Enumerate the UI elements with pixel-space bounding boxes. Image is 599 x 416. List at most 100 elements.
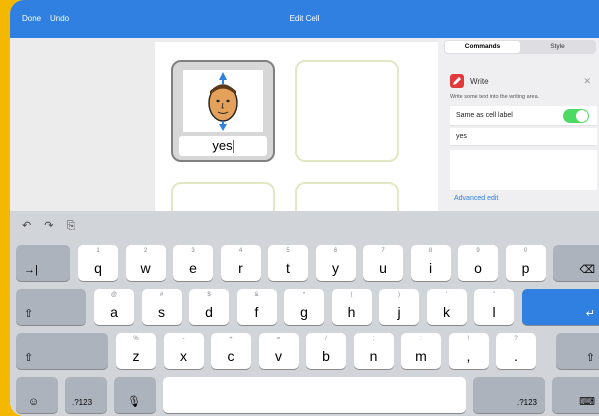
emoji-key[interactable]: ☺ <box>16 377 58 413</box>
key-alt-char: + <box>229 336 233 342</box>
key-a[interactable]: @ a <box>94 289 134 325</box>
key-alt-char: 9 <box>476 248 480 254</box>
tab-key[interactable]: →| <box>16 245 70 281</box>
key-char: u <box>379 260 387 276</box>
key-c[interactable]: + c <box>211 333 251 369</box>
key-char: g <box>300 304 308 320</box>
key-.[interactable]: ?. <box>496 333 536 369</box>
key-b[interactable]: / b <box>306 333 346 369</box>
caps-key[interactable]: ⇧ <box>16 289 86 325</box>
key-s[interactable]: # s <box>141 289 182 325</box>
delete-key[interactable]: ⌫ <box>553 245 599 281</box>
key-alt-char: ) <box>398 292 400 298</box>
panel-blank-area <box>450 150 597 190</box>
key-h[interactable]: (h <box>331 289 372 325</box>
key-alt-char: 1 <box>96 248 100 254</box>
key-alt-char: - <box>182 336 185 342</box>
key-alt-char: 8 <box>428 248 433 254</box>
key-o[interactable]: 9o <box>458 245 498 281</box>
key-alt-char: 4 <box>238 248 243 254</box>
return-key[interactable]: ↵ <box>522 289 599 325</box>
key-alt-char: # <box>159 292 164 298</box>
key-n[interactable]: ; n <box>353 333 394 369</box>
key-alt-char: ( <box>350 292 353 298</box>
tab-commands[interactable]: Commands <box>445 41 520 53</box>
key-p[interactable]: 0p <box>505 245 546 281</box>
key-l[interactable]: " l <box>474 289 514 325</box>
redo-icon[interactable]: ↷ <box>44 220 53 232</box>
nav-bar: Done Undo Edit Cell <box>10 0 599 38</box>
key-m[interactable]: :m <box>401 333 441 369</box>
key-k[interactable]: ' k <box>426 289 467 325</box>
shortcut-bar: ↶ ↷ ⎘ <box>22 219 85 233</box>
key-w[interactable]: 2w <box>125 245 166 281</box>
return-icon: ↵ <box>585 308 595 320</box>
hide-keyboard-key[interactable]: ⌨ <box>552 377 599 413</box>
key-v[interactable]: = v <box>258 333 299 369</box>
close-icon[interactable]: ✕ <box>583 76 591 87</box>
key-alt-char: @ <box>110 292 118 298</box>
key-y[interactable]: 6y <box>315 245 356 281</box>
key-char: n <box>369 348 378 364</box>
key-e[interactable]: 3e <box>173 245 213 281</box>
space-bar[interactable] <box>163 377 466 413</box>
on-screen-keyboard: ↶ ↷ ⎘ →| ⌫ ⇧ ↵ ⇧ ⇧ ☺ .?123 🎙 .?123 ⌨ 1q2… <box>10 211 599 416</box>
key-x[interactable]: -x <box>163 333 204 369</box>
write-text-field[interactable]: yes <box>450 128 597 146</box>
paste-icon[interactable]: ⎘ <box>67 220 76 232</box>
grid-area: yes Commands Style Write ✕ Write some te… <box>10 38 599 284</box>
segmented-control: Commands Style <box>444 40 596 54</box>
text-caret <box>232 140 234 154</box>
key-j[interactable]: ) j <box>379 289 419 325</box>
same-as-label-toggle[interactable] <box>563 109 589 123</box>
key-d[interactable]: $ d <box>189 289 229 325</box>
microphone-icon: 🎙 <box>127 396 141 408</box>
key-char: z <box>132 348 140 364</box>
keyboard-hide-icon: ⌨ <box>579 396 595 408</box>
key-alt-char: 2 <box>143 248 148 254</box>
numbers-key[interactable]: .?123 <box>65 377 107 413</box>
key-f[interactable]: & f <box>236 289 277 325</box>
cell-empty[interactable] <box>295 60 399 162</box>
tab-style[interactable]: Style <box>520 41 595 53</box>
cell-symbol <box>183 70 263 132</box>
dictation-key[interactable]: 🎙 <box>114 377 156 413</box>
write-command-description: Write some text into the writing area. <box>450 94 540 100</box>
shift-left-key[interactable]: ⇧ <box>16 333 108 369</box>
numbers-key-right[interactable]: .?123 <box>473 377 545 413</box>
face-nod-icon <box>208 72 238 131</box>
key-char: i <box>428 260 433 276</box>
ipad-screen: Done Undo Edit Cell yes Commands Style W… <box>10 0 599 416</box>
key-char: s <box>158 304 165 320</box>
cell-label-field[interactable]: yes <box>179 136 267 156</box>
key-g[interactable]: * g <box>284 289 324 325</box>
key-alt-char: 5 <box>286 248 290 254</box>
key-alt-char: " <box>492 292 496 298</box>
key-r[interactable]: 4r <box>220 245 261 281</box>
undo-icon[interactable]: ↶ <box>22 220 31 232</box>
key-alt-char: 7 <box>381 248 385 254</box>
shift-icon: ⇧ <box>585 352 595 364</box>
key-char: . <box>514 348 518 364</box>
grid-canvas: yes <box>155 42 455 284</box>
key-char: h <box>347 304 356 320</box>
key-i[interactable]: 8i <box>410 245 451 281</box>
key-char: q <box>94 260 102 276</box>
write-command-row[interactable]: Write ✕ <box>450 72 597 92</box>
key-alt-char: ; <box>372 336 375 342</box>
key-,[interactable]: !, <box>448 333 489 369</box>
key-alt-char: 3 <box>191 248 195 254</box>
key-alt-char: / <box>325 336 327 342</box>
key-q[interactable]: 1q <box>78 245 118 281</box>
advanced-edit-link[interactable]: Advanced edit <box>454 195 498 202</box>
key-t[interactable]: 5t <box>268 245 308 281</box>
key-z[interactable]: % z <box>116 333 156 369</box>
caps-icon: ⇧ <box>24 308 34 320</box>
numbers-key-label: .?123 <box>72 398 93 407</box>
shift-right-key[interactable]: ⇧ <box>556 333 599 369</box>
key-alt-char: ! <box>467 336 470 342</box>
cell-selected[interactable]: yes <box>171 60 275 162</box>
key-char: e <box>189 260 197 276</box>
key-char: c <box>227 348 235 364</box>
key-u[interactable]: 7u <box>363 245 403 281</box>
